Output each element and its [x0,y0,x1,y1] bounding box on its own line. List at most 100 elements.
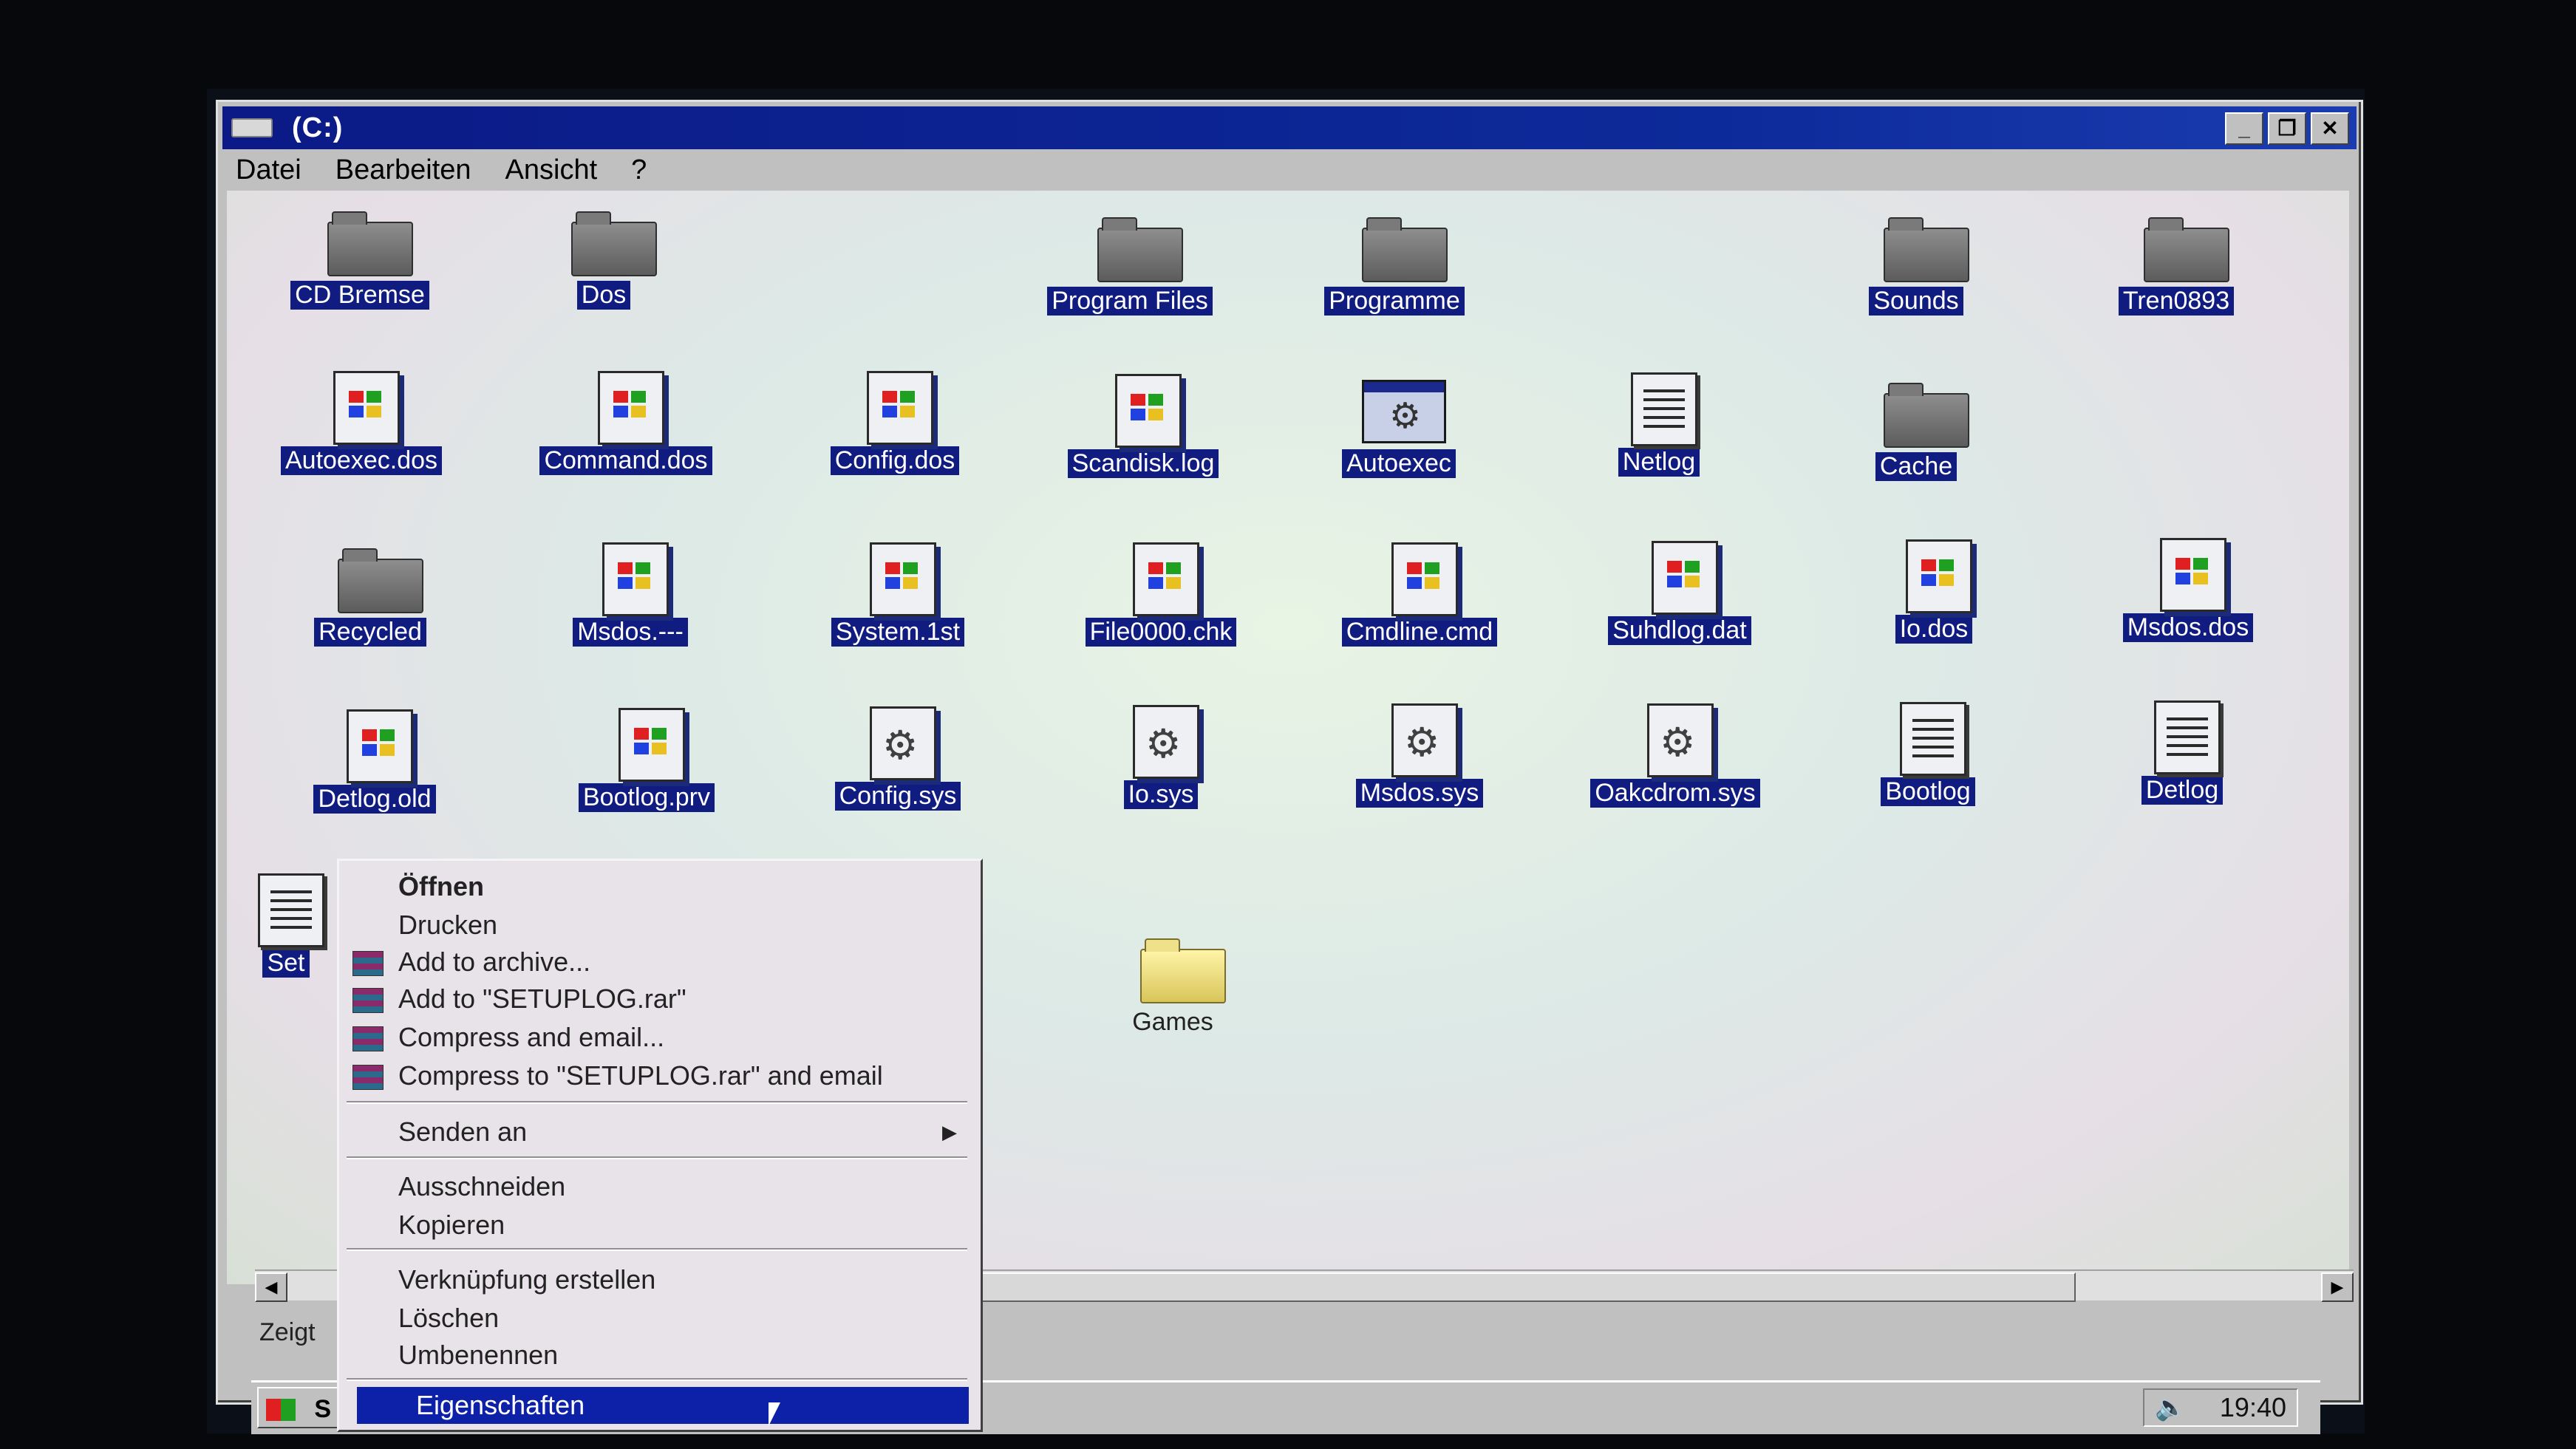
clock: 19:40 [2219,1392,2286,1422]
text-file-icon [1900,702,1966,776]
file-item[interactable]: CD Bremse [249,205,471,346]
context-menu: Öffnen Drucken Add to archive... Add to … [337,859,983,1432]
winrar-icon [352,988,384,1013]
file-item[interactable]: Tren0893 [2065,211,2287,352]
text-file-icon [1631,372,1697,446]
document-icon [619,708,685,782]
file-item[interactable]: Autoexec.dos [251,371,472,511]
menu-item-delete[interactable]: Löschen [339,1300,975,1337]
menu-bearbeiten[interactable]: Bearbeiten [322,154,485,186]
file-item[interactable]: Io.sys [1050,705,1272,845]
document-icon [598,371,664,445]
menu-ansicht[interactable]: Ansicht [492,154,611,186]
document-icon [1133,542,1199,616]
scroll-right-icon[interactable]: ▶ [2321,1272,2354,1302]
document-icon [2160,538,2226,612]
document-icon [333,371,400,445]
status-text: Zeigt [259,1318,316,1346]
menu-item-copy[interactable]: Kopieren [339,1207,975,1244]
mouse-pointer-icon [769,1402,780,1426]
drive-icon [231,118,273,137]
file-item[interactable]: Msdos.--- [519,542,741,683]
file-item[interactable]: System.1st [787,542,1009,683]
document-icon [1115,374,1182,448]
file-item[interactable]: Msdos.sys [1309,703,1530,844]
menu-separator [347,1248,967,1251]
scroll-left-icon[interactable]: ◀ [255,1272,287,1302]
file-item[interactable]: Detlog [2071,700,2293,841]
system-file-icon [1133,705,1199,779]
system-tray: 🔈 19:40 [2143,1388,2298,1427]
system-file-icon [1391,703,1458,777]
folder-icon [571,211,657,276]
menu-separator [347,1378,967,1381]
file-item[interactable]: Dos [493,205,715,346]
text-file-icon [258,873,324,947]
menu-item-compress-rar-email[interactable]: Compress to "SETUPLOG.rar" and email [339,1057,975,1094]
menu-separator [347,1101,967,1104]
folder-icon [1140,938,1226,1003]
menu-separator [347,1156,967,1159]
file-item[interactable]: Games [1099,933,1247,1073]
folder-icon [1884,217,1969,282]
winrar-icon [352,1065,384,1090]
file-item[interactable]: Oakcdrom.sys [1564,703,1786,844]
file-item[interactable]: Autoexec [1288,374,1510,514]
windows-logo-icon [266,1399,296,1421]
file-item[interactable]: Io.dos [1823,539,2045,680]
file-item[interactable]: Cmdline.cmd [1309,542,1530,683]
folder-icon [1884,383,1969,448]
folder-icon [1097,217,1183,282]
menu-item-compress-email[interactable]: Compress and email... [339,1019,975,1056]
document-icon [602,542,669,616]
minimize-button[interactable]: _ [2225,112,2263,145]
speaker-icon[interactable]: 🔈 [2155,1393,2186,1422]
menu-item-add-rar[interactable]: Add to "SETUPLOG.rar" [339,981,975,1017]
file-item[interactable]: Sounds [1805,211,2027,352]
menu-item-add-archive[interactable]: Add to archive... [339,944,975,981]
menu-item-open[interactable]: Öffnen [339,868,975,905]
winrar-icon [352,1026,384,1051]
file-item[interactable]: Netlog [1548,372,1770,513]
restore-button[interactable]: ❐ [2268,112,2306,145]
file-item[interactable]: Bootlog.prv [536,708,757,848]
menu-item-create-shortcut[interactable]: Verknüpfung erstellen [339,1261,975,1298]
file-item[interactable]: Config.sys [787,706,1009,847]
menu-item-cut[interactable]: Ausschneiden [339,1168,975,1205]
scroll-thumb[interactable] [890,1272,2076,1302]
file-item[interactable]: Bootlog [1817,702,2039,842]
file-item[interactable]: Programme [1284,211,1505,352]
menu-help[interactable]: ? [618,154,660,186]
menu-item-properties[interactable]: Eigenschaften [357,1387,969,1424]
file-item[interactable]: Detlog.old [264,709,485,850]
document-icon [347,709,413,783]
file-item[interactable]: Msdos.dos [2077,538,2299,678]
file-item[interactable]: Command.dos [515,371,737,511]
file-item[interactable]: Cache [1805,377,2027,517]
app-window-icon [1362,380,1446,443]
system-file-icon [1647,703,1714,777]
menu-item-rename[interactable]: Umbenennen [339,1337,975,1374]
file-item[interactable]: Program Files [1019,211,1241,352]
document-icon [1652,541,1718,615]
file-item[interactable]: File0000.chk [1050,542,1272,683]
submenu-arrow-icon: ▶ [942,1121,957,1143]
file-item[interactable]: Recycled [259,542,481,683]
folder-icon [338,548,423,613]
document-icon [867,371,933,445]
start-button[interactable]: S [257,1387,338,1428]
close-button[interactable]: ✕ [2311,112,2349,145]
start-label: S [314,1395,331,1423]
menu-datei[interactable]: Datei [222,154,315,186]
document-icon [1391,542,1458,616]
menu-item-print[interactable]: Drucken [339,907,975,944]
document-icon [1906,539,1972,613]
file-item[interactable]: Config.dos [784,371,1006,511]
folder-icon [1362,217,1448,282]
menu-item-send-to[interactable]: Senden an ▶ [339,1114,975,1150]
file-item[interactable]: Scandisk.log [1032,374,1254,514]
title-bar: (C:) _ ❐ ✕ [222,106,2357,149]
file-item[interactable]: Suhdlog.dat [1569,541,1790,681]
folder-icon [327,211,413,276]
winrar-icon [352,951,384,976]
